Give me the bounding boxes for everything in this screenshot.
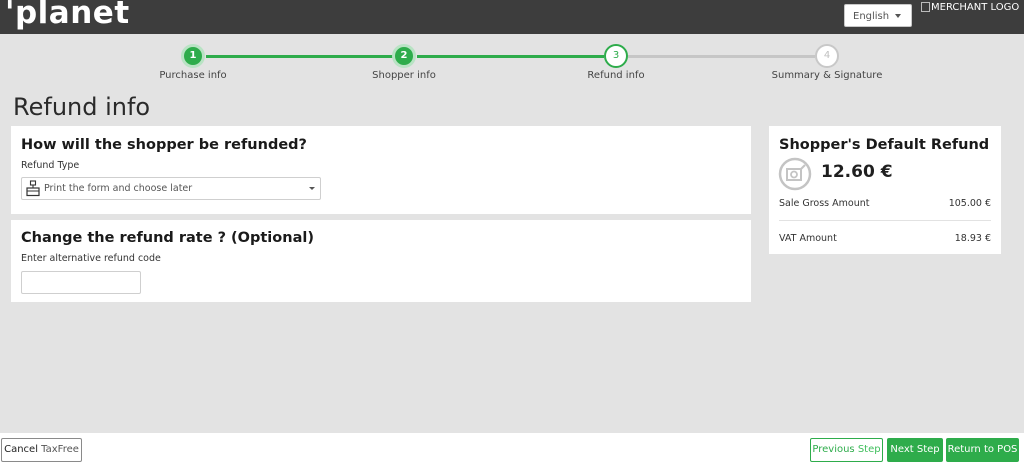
refund-type-heading: How will the shopper be refunded? bbox=[21, 137, 307, 153]
cancel-suffix: TaxFree bbox=[41, 444, 79, 455]
step-connector-2-3 bbox=[417, 55, 604, 58]
refund-code-input[interactable] bbox=[21, 271, 141, 294]
vat-row: VAT Amount 18.93 € bbox=[779, 233, 991, 244]
divider bbox=[779, 220, 991, 221]
page-title: Refund info bbox=[13, 93, 151, 121]
refund-cycle-icon bbox=[778, 157, 812, 191]
step-connector-1-2 bbox=[206, 55, 393, 58]
chevron-down-icon bbox=[895, 14, 901, 18]
sale-gross-value: 105.00 € bbox=[948, 198, 991, 209]
previous-step-button[interactable]: Previous Step bbox=[810, 438, 883, 462]
previous-suffix: Step bbox=[857, 444, 881, 455]
default-refund-amount: 12.60 € bbox=[821, 162, 893, 182]
chevron-down-icon bbox=[309, 187, 315, 190]
refund-type-label: Refund Type bbox=[21, 160, 80, 171]
sale-gross-row: Sale Gross Amount 105.00 € bbox=[779, 198, 991, 209]
step-2-circle[interactable]: 2 bbox=[392, 44, 416, 68]
next-step-button[interactable]: Next Step bbox=[887, 438, 943, 462]
top-bar: 'planet English MERCHANT LOGO bbox=[0, 0, 1024, 34]
planet-logo[interactable]: 'planet bbox=[5, 0, 130, 30]
refund-rate-heading: Change the refund rate ? (Optional) bbox=[21, 230, 314, 246]
default-refund-heading: Shopper's Default Refund bbox=[779, 137, 990, 153]
step-connector-3-4 bbox=[628, 55, 815, 58]
step-1-circle[interactable]: 1 bbox=[181, 44, 205, 68]
merchant-logo: MERCHANT LOGO bbox=[921, 2, 1019, 14]
vat-label: VAT Amount bbox=[779, 233, 837, 244]
vat-value: 18.93 € bbox=[954, 233, 991, 244]
step-3-label: Refund info bbox=[587, 70, 645, 81]
cancel-taxfree-button[interactable]: Cancel TaxFree bbox=[1, 438, 82, 462]
previous-label: Previous bbox=[812, 444, 855, 455]
broken-image-icon bbox=[921, 2, 930, 12]
language-select-value: English bbox=[853, 11, 890, 22]
step-1-label: Purchase info bbox=[159, 70, 227, 81]
refund-type-select[interactable]: Print the form and choose later bbox=[21, 177, 321, 200]
refund-type-select-value: Print the form and choose later bbox=[44, 183, 193, 194]
cancel-label: Cancel bbox=[4, 444, 38, 455]
default-refund-card: Shopper's Default Refund 12.60 € Sale Gr… bbox=[769, 126, 1001, 254]
sale-gross-label: Sale Gross Amount bbox=[779, 198, 870, 209]
refund-type-card: How will the shopper be refunded? Refund… bbox=[11, 126, 751, 214]
refund-code-label: Enter alternative refund code bbox=[21, 253, 161, 264]
step-3-circle: 3 bbox=[604, 44, 628, 68]
return-to-pos-button[interactable]: Return to POS bbox=[946, 438, 1019, 462]
step-4-label: Summary & Signature bbox=[771, 70, 883, 81]
step-2-label: Shopper info bbox=[372, 70, 436, 81]
step-4-circle: 4 bbox=[815, 44, 839, 68]
language-select[interactable]: English bbox=[844, 4, 912, 27]
merchant-logo-alt: MERCHANT LOGO bbox=[931, 2, 1020, 13]
refund-rate-card: Change the refund rate ? (Optional) Ente… bbox=[11, 220, 751, 302]
printer-form-icon bbox=[26, 180, 40, 197]
footer-bar: Cancel TaxFree Previous Step Next Step R… bbox=[0, 433, 1024, 465]
